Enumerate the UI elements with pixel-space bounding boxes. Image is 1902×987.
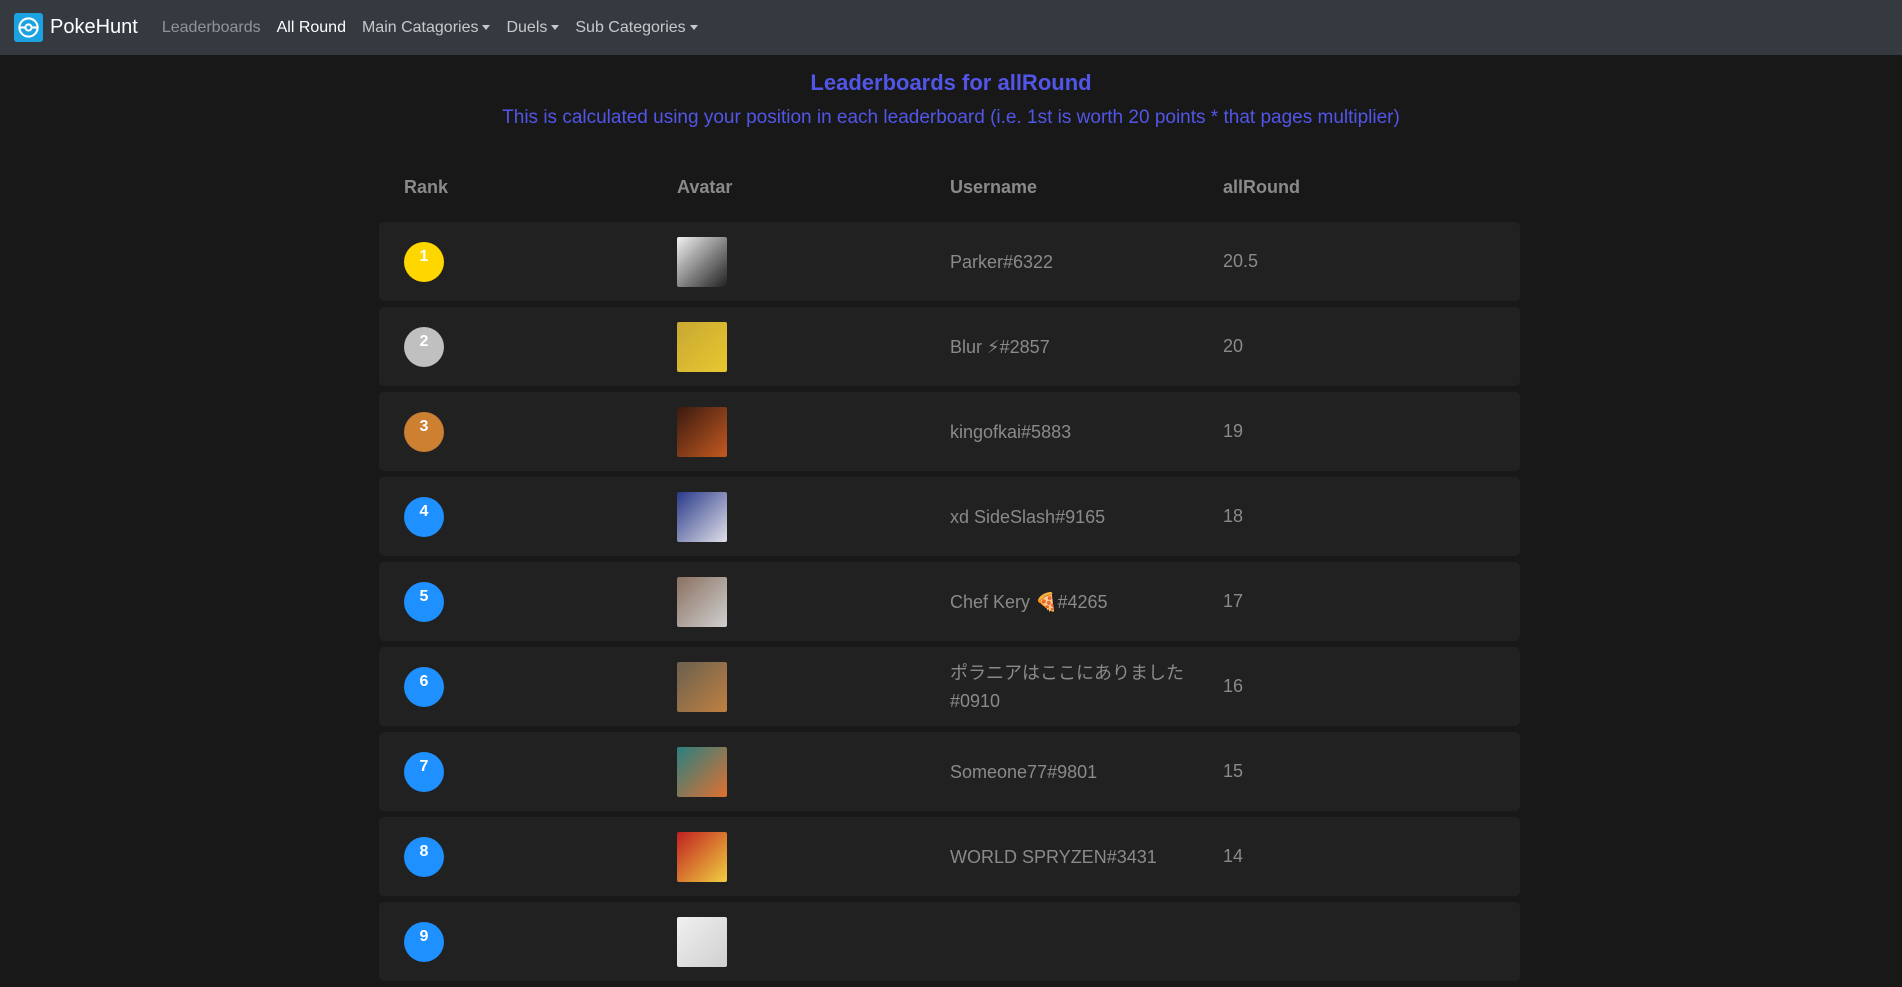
- score-cell: 18: [1223, 506, 1244, 526]
- table-row: 1 Parker#6322 20.5: [379, 222, 1520, 301]
- score-cell: 15: [1223, 761, 1244, 781]
- avatar: [677, 321, 727, 372]
- rank-badge: 9: [404, 921, 444, 962]
- table-row: 4 xd SideSlash#9165 18: [379, 477, 1520, 556]
- username-cell: Someone77#9801: [950, 761, 1098, 782]
- nav-sub-categories-label: Sub Categories: [575, 18, 686, 36]
- table-row: 8 WORLD SPRYZEN#3431 14: [379, 817, 1520, 896]
- avatar: [677, 661, 727, 712]
- caret-down-icon: [689, 25, 698, 30]
- nav-duels-label: Duels: [506, 18, 548, 36]
- nav-main-categories-label: Main Catagories: [361, 18, 479, 36]
- username-cell: Blur ⚡#2857: [950, 336, 1050, 357]
- username-cell: Chef Kery 🍕#4265: [950, 591, 1108, 612]
- brand-name: PokeHunt: [50, 16, 138, 38]
- username-cell: xd SideSlash#9165: [950, 506, 1106, 527]
- leaderboard-table: Rank Avatar Username allRound 1 Parker#63…: [379, 166, 1520, 987]
- rank-badge: 6: [404, 666, 444, 707]
- rank-cell: 7: [379, 751, 652, 792]
- avatar-cell: [652, 406, 925, 457]
- avatar-cell: [652, 576, 925, 627]
- rank-cell: 3: [379, 411, 652, 452]
- table-row: 7 Someone77#9801 15: [379, 732, 1520, 811]
- username-cell: ポラニアはここにありました#0910: [950, 662, 1184, 711]
- avatar-cell: [652, 746, 925, 797]
- nav-leaderboards[interactable]: Leaderboards: [162, 19, 261, 37]
- nav-sub-categories-dropdown[interactable]: Sub Categories: [575, 18, 698, 37]
- page-title: Leaderboards for allRound: [810, 70, 1092, 95]
- rank-badge: 5: [404, 581, 444, 622]
- navbar: PokeHunt Leaderboards All Round Main Cat…: [0, 0, 1902, 55]
- score-cell: 14: [1223, 846, 1244, 866]
- table-row: 2 Blur ⚡#2857 20: [379, 307, 1520, 386]
- avatar: [677, 406, 727, 457]
- table-header: Rank Avatar Username allRound: [379, 166, 1520, 208]
- header-username: Username: [950, 176, 1038, 197]
- nav-duels-dropdown[interactable]: Duels: [506, 18, 560, 37]
- score-cell: 16: [1223, 676, 1244, 696]
- rank-cell: 2: [379, 326, 652, 367]
- rank-badge: 3: [404, 411, 444, 452]
- brand-link[interactable]: PokeHunt: [14, 13, 138, 42]
- avatar: [677, 491, 727, 542]
- rank-cell: 8: [379, 836, 652, 877]
- username-cell: WORLD SPRYZEN#3431: [950, 846, 1157, 867]
- rank-cell: 5: [379, 581, 652, 622]
- nav-all-round-label: All Round: [276, 18, 346, 36]
- score-cell: 20: [1223, 336, 1244, 356]
- table-row: 9: [379, 902, 1520, 981]
- score-cell: 17: [1223, 591, 1244, 611]
- nav-main-categories-dropdown[interactable]: Main Catagories: [362, 19, 491, 37]
- header-score: allRound: [1223, 176, 1300, 197]
- score-cell: 19: [1223, 421, 1244, 441]
- table-body: 1 Parker#6322 20.5 2 Blur ⚡#2857 20 3 kingofkai…: [379, 222, 1520, 981]
- avatar-cell: [652, 661, 925, 712]
- rank-cell: 1: [379, 241, 652, 282]
- rank-badge: 1: [404, 241, 444, 282]
- rank-cell: 4: [379, 496, 652, 537]
- nav-leaderboards-label: Leaderboards: [161, 18, 261, 36]
- avatar: [677, 576, 727, 627]
- pokeball-icon: [14, 13, 43, 42]
- header-avatar: Avatar: [677, 176, 733, 197]
- header-rank: Rank: [404, 176, 449, 197]
- avatar-cell: [652, 916, 925, 967]
- caret-down-icon: [551, 25, 560, 30]
- rank-badge: 7: [404, 751, 444, 792]
- avatar-cell: [652, 491, 925, 542]
- rank-cell: 6: [379, 666, 652, 707]
- username-cell: kingofkai#5883: [950, 421, 1072, 442]
- avatar-cell: [652, 831, 925, 882]
- avatar: [677, 916, 727, 967]
- rank-badge: 2: [404, 326, 444, 367]
- caret-down-icon: [482, 25, 491, 30]
- table-row: 6 ポラニアはここにありました#0910 16: [379, 647, 1520, 726]
- rank-badge: 4: [404, 496, 444, 537]
- avatar-cell: [652, 321, 925, 372]
- table-row: 5 Chef Kery 🍕#4265 17: [379, 562, 1520, 641]
- rank-cell: 9: [379, 921, 652, 962]
- table-row: 3 kingofkai#5883 19: [379, 392, 1520, 471]
- score-cell: 20.5: [1223, 251, 1259, 271]
- avatar: [677, 236, 727, 287]
- username-cell: Parker#6322: [950, 251, 1054, 272]
- page-subtitle: This is calculated using your position i…: [502, 107, 1400, 128]
- nav-all-round[interactable]: All Round: [277, 19, 346, 37]
- avatar: [677, 831, 727, 882]
- avatar: [677, 746, 727, 797]
- rank-badge: 8: [404, 836, 444, 877]
- avatar-cell: [652, 236, 925, 287]
